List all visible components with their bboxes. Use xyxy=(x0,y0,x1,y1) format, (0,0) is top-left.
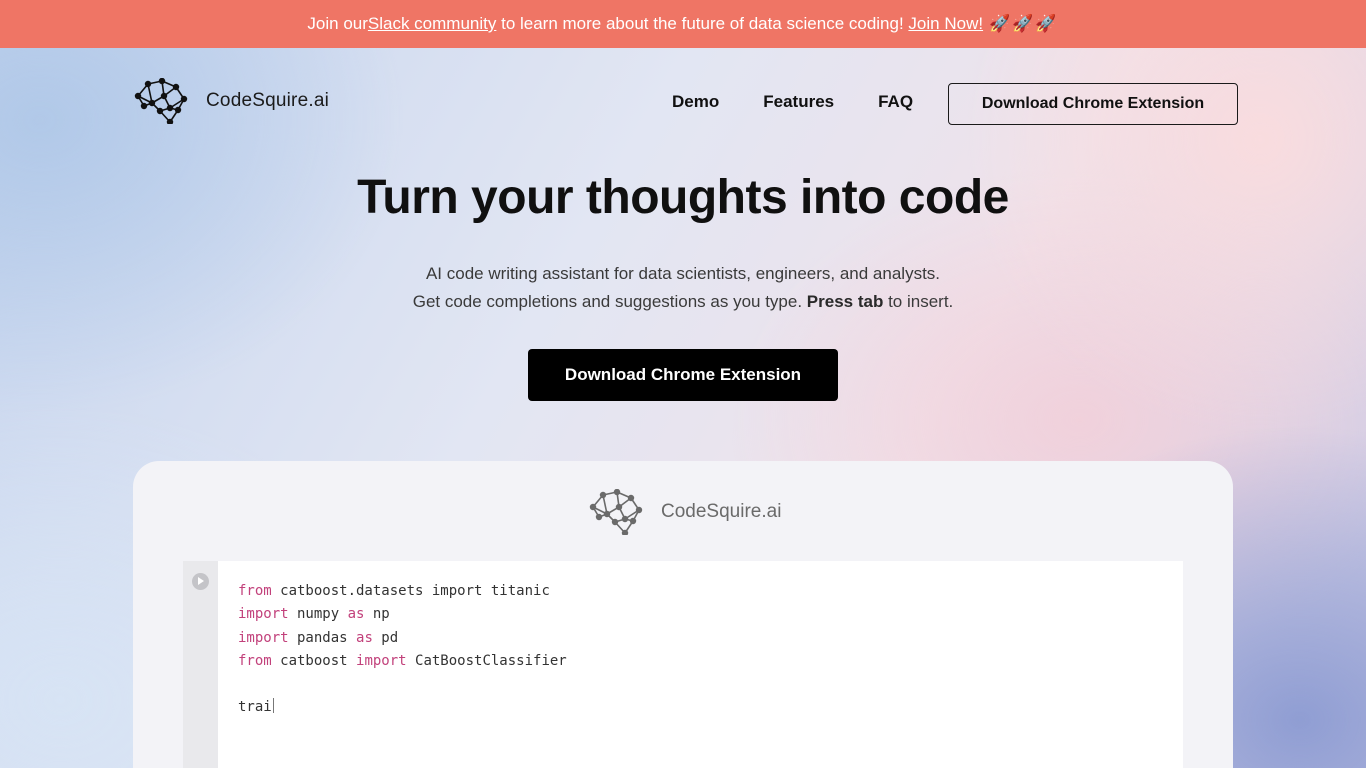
join-now-link[interactable]: Join Now! xyxy=(908,14,983,34)
code-line: import numpy as np xyxy=(238,604,390,624)
hero-title: Turn your thoughts into code xyxy=(357,171,1009,224)
code-keyword: from xyxy=(238,653,272,669)
nav-demo-link[interactable]: Demo xyxy=(672,92,719,112)
code-text: CatBoostClassifier xyxy=(406,653,567,669)
announcement-banner: Join our Slack community to learn more a… xyxy=(0,0,1366,48)
subtitle-line2-end: to insert. xyxy=(883,292,954,311)
banner-text-before: Join our xyxy=(307,14,368,33)
code-keyword: import xyxy=(238,630,289,646)
code-text: pd xyxy=(372,630,399,646)
code-text: trai xyxy=(238,699,272,715)
hero-download-chrome-extension-button[interactable]: Download Chrome Extension xyxy=(528,349,838,401)
network-brain-logo-icon xyxy=(589,489,643,535)
hero-subtitle-line2: Get code completions and suggestions as … xyxy=(0,288,1366,316)
nav-features-link[interactable]: Features xyxy=(763,92,834,112)
code-keyword: as xyxy=(356,630,373,646)
hero-subtitle-line1: AI code writing assistant for data scien… xyxy=(425,264,941,283)
brand-logo-link[interactable]: CodeSquire.ai xyxy=(134,78,329,124)
code-keyword: from xyxy=(238,583,272,599)
code-text: numpy xyxy=(288,606,348,622)
main-nav: Demo Features FAQ xyxy=(672,92,913,112)
play-icon[interactable] xyxy=(192,573,209,590)
notebook-cell: from catboost.datasets import titanic im… xyxy=(183,561,1183,768)
demo-brand: CodeSquire.ai xyxy=(589,489,781,535)
press-tab-emphasis: Press tab xyxy=(806,292,884,311)
code-keyword: import xyxy=(238,606,289,622)
code-keyword: import xyxy=(356,653,407,669)
code-line: trai xyxy=(238,697,274,717)
nav-faq-link[interactable]: FAQ xyxy=(878,92,913,112)
code-line: from catboost.datasets import titanic xyxy=(238,581,550,601)
code-text: pandas xyxy=(288,630,357,646)
brand-name: CodeSquire.ai xyxy=(206,90,330,111)
header-download-chrome-extension-button[interactable]: Download Chrome Extension xyxy=(948,83,1238,125)
banner-text-middle: to learn more about the future of data s… xyxy=(496,14,909,33)
demo-card: CodeSquire.ai from catboost.datasets imp… xyxy=(133,461,1233,768)
demo-brand-name: CodeSquire.ai xyxy=(661,501,782,522)
code-text: catboost xyxy=(271,653,357,669)
subtitle-line2-text: Get code completions and suggestions as … xyxy=(412,292,807,311)
cell-gutter xyxy=(183,561,218,768)
network-brain-logo-icon xyxy=(134,78,188,124)
text-caret xyxy=(272,698,274,713)
code-line: from catboost import CatBoostClassifier xyxy=(238,651,567,671)
code-text: np xyxy=(364,606,390,622)
code-text: catboost.datasets import titanic xyxy=(271,583,550,599)
code-editor[interactable]: from catboost.datasets import titanic im… xyxy=(218,561,1183,768)
hero-subtitle: AI code writing assistant for data scien… xyxy=(0,260,1366,316)
site-header: CodeSquire.ai Demo Features FAQ Download… xyxy=(0,48,1366,158)
code-keyword: as xyxy=(347,606,365,622)
rocket-emoji-icon: 🚀🚀🚀 xyxy=(989,14,1059,33)
slack-community-link[interactable]: Slack community xyxy=(368,14,496,34)
code-line: import pandas as pd xyxy=(238,628,398,648)
